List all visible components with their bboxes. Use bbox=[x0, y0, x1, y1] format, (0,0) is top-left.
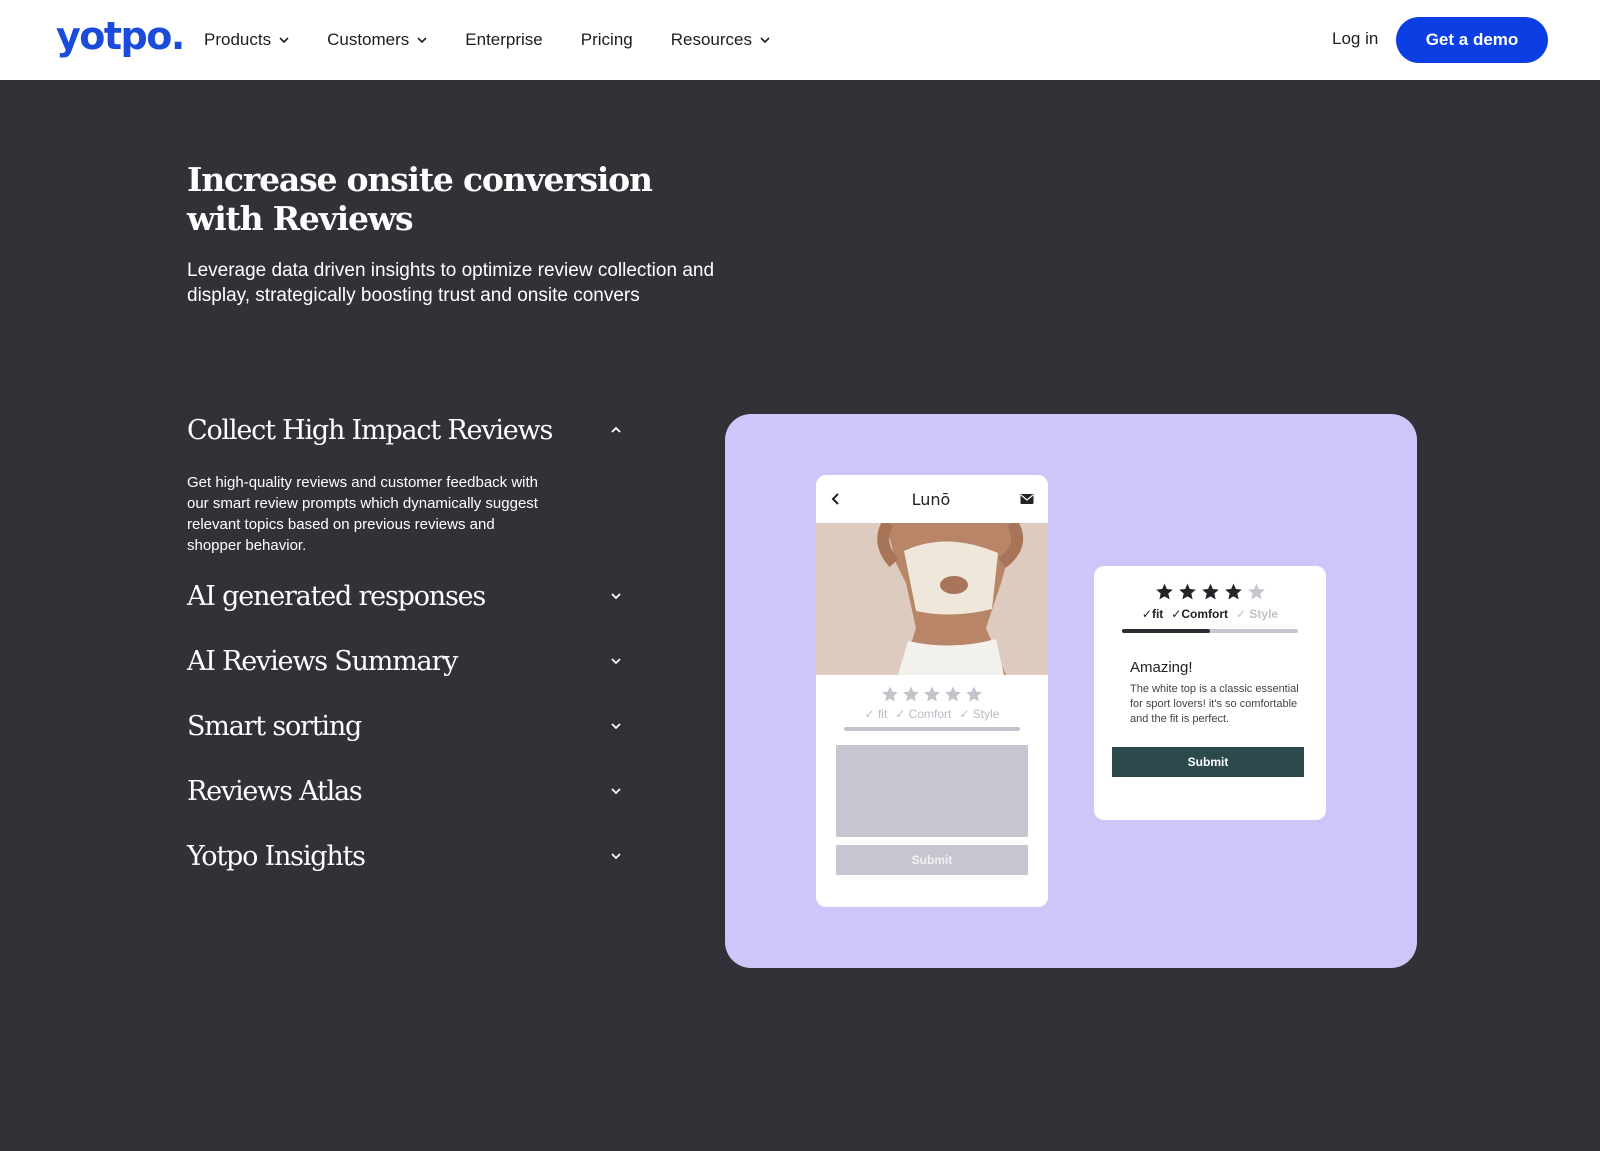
star-icon[interactable] bbox=[902, 685, 920, 703]
phone-submit-button[interactable]: Submit bbox=[836, 845, 1028, 875]
accordion-header[interactable]: AI generated responses bbox=[187, 576, 637, 616]
accordion-item-yotpo-insights: Yotpo Insights bbox=[187, 836, 637, 876]
nav-item-customers[interactable]: Customers bbox=[327, 30, 427, 50]
topic-tag[interactable]: ✓ fit bbox=[865, 707, 888, 721]
accordion-item-smart-sorting: Smart sorting bbox=[187, 706, 637, 746]
top-navigation: yotpo. Products Customers Enterprise Pri… bbox=[0, 0, 1600, 80]
accordion-body: Get high-quality reviews and customer fe… bbox=[187, 474, 539, 554]
star-icon[interactable] bbox=[965, 685, 983, 703]
nav-item-label: Pricing bbox=[580, 30, 633, 49]
accordion-title: AI Reviews Summary bbox=[187, 645, 458, 677]
accordion-header[interactable]: AI Reviews Summary bbox=[187, 641, 637, 681]
star-icon[interactable] bbox=[1178, 582, 1197, 601]
accordion-title: AI generated responses bbox=[187, 580, 486, 612]
chevron-down-icon bbox=[611, 723, 621, 730]
phone-star-rating[interactable] bbox=[816, 685, 1048, 703]
nav-item-enterprise[interactable]: Enterprise bbox=[465, 30, 542, 50]
chevron-down-icon bbox=[611, 853, 621, 860]
login-link[interactable]: Log in bbox=[1332, 29, 1378, 49]
topic-tag[interactable]: ✓Comfort bbox=[1171, 607, 1228, 621]
accordion-title: Collect High Impact Reviews bbox=[187, 414, 553, 446]
nav-item-products[interactable]: Products bbox=[204, 30, 289, 50]
back-arrow-icon bbox=[831, 493, 839, 505]
star-icon[interactable] bbox=[944, 685, 962, 703]
topic-tag[interactable]: ✓ Comfort bbox=[895, 707, 951, 721]
chevron-up-icon bbox=[611, 426, 621, 433]
nav-item-label: Customers bbox=[327, 30, 410, 49]
phone-progress-bar bbox=[844, 727, 1020, 731]
star-icon[interactable] bbox=[881, 685, 899, 703]
chevron-down-icon bbox=[611, 593, 621, 600]
review-heading: Amazing! bbox=[1130, 659, 1193, 676]
accordion-title: Smart sorting bbox=[187, 710, 362, 742]
progress-fill bbox=[1122, 629, 1210, 633]
hero-title: Increase onsite conversion with Reviews bbox=[187, 160, 653, 238]
nav-item-label: Resources bbox=[670, 30, 752, 49]
feature-illustration: Lunō ✓ fit ✓ Comfort ✓ Style Submit ✓fit… bbox=[725, 414, 1417, 968]
accordion-header[interactable]: Yotpo Insights bbox=[187, 836, 637, 876]
topic-tag[interactable]: ✓fit bbox=[1142, 607, 1163, 621]
accordion-header[interactable]: Collect High Impact Reviews bbox=[187, 410, 637, 450]
accordion-title: Yotpo Insights bbox=[187, 840, 366, 872]
card-star-rating[interactable] bbox=[1094, 582, 1326, 601]
chevron-down-icon bbox=[611, 788, 621, 795]
review-text: The white top is a classic essential for… bbox=[1130, 683, 1299, 725]
chevron-down-icon bbox=[611, 658, 621, 665]
accordion-header[interactable]: Smart sorting bbox=[187, 706, 637, 746]
topic-tag[interactable]: ✓ Style bbox=[1236, 607, 1278, 621]
phone-mockup: Lunō ✓ fit ✓ Comfort ✓ Style Submit bbox=[816, 475, 1048, 907]
nav-links: Products Customers Enterprise Pricing Re… bbox=[204, 0, 808, 80]
star-icon[interactable] bbox=[1201, 582, 1220, 601]
accordion-header[interactable]: Reviews Atlas bbox=[187, 771, 637, 811]
review-textbox[interactable] bbox=[836, 745, 1028, 837]
accordion-item-ai-responses: AI generated responses bbox=[187, 576, 637, 616]
star-icon[interactable] bbox=[1247, 582, 1266, 601]
nav-item-pricing[interactable]: Pricing bbox=[581, 30, 633, 50]
phone-header: Lunō bbox=[816, 475, 1048, 523]
yotpo-logo[interactable]: yotpo. bbox=[56, 14, 185, 58]
nav-item-label: Products bbox=[204, 30, 272, 49]
card-submit-button[interactable]: Submit bbox=[1112, 747, 1304, 777]
brand-name: Lunō bbox=[911, 489, 951, 509]
features-accordion: Collect High Impact Reviews Get high-qua… bbox=[187, 410, 637, 901]
chevron-down-icon bbox=[279, 37, 289, 44]
review-card: ✓fit ✓Comfort ✓ Style Amazing! The white… bbox=[1094, 566, 1326, 820]
star-icon[interactable] bbox=[1224, 582, 1243, 601]
chevron-down-icon bbox=[760, 37, 770, 44]
star-icon[interactable] bbox=[923, 685, 941, 703]
nav-item-resources[interactable]: Resources bbox=[671, 30, 770, 50]
mail-icon bbox=[1020, 494, 1034, 504]
nav-item-label: Enterprise bbox=[465, 30, 543, 49]
accordion-item-reviews-atlas: Reviews Atlas bbox=[187, 771, 637, 811]
accordion-item-collect-reviews: Collect High Impact Reviews Get high-qua… bbox=[187, 410, 637, 556]
card-topic-tags: ✓fit ✓Comfort ✓ Style bbox=[1094, 607, 1326, 621]
card-progress-bar bbox=[1122, 629, 1298, 633]
topic-tag[interactable]: ✓ Style bbox=[959, 707, 999, 721]
hero-subtitle: Leverage data driven insights to optimiz… bbox=[187, 260, 715, 306]
chevron-down-icon bbox=[417, 37, 427, 44]
accordion-title: Reviews Atlas bbox=[187, 775, 363, 807]
accordion-item-ai-summary: AI Reviews Summary bbox=[187, 641, 637, 681]
product-photo bbox=[816, 523, 1048, 675]
star-icon[interactable] bbox=[1155, 582, 1174, 601]
model-image bbox=[816, 523, 1048, 675]
get-demo-button[interactable]: Get a demo bbox=[1396, 17, 1548, 63]
phone-topic-tags: ✓ fit ✓ Comfort ✓ Style bbox=[816, 707, 1048, 721]
